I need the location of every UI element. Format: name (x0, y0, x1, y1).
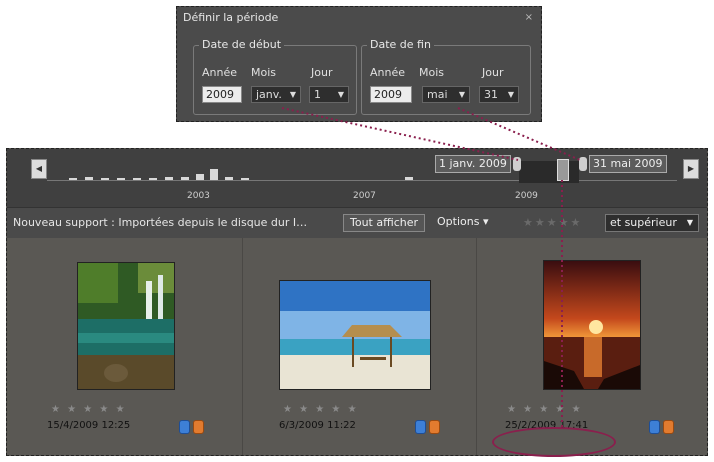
callout-lines (281, 107, 581, 428)
end-date-callout-line (457, 107, 581, 161)
start-date-callout-line (281, 107, 519, 161)
photo-date-highlight (492, 427, 616, 457)
